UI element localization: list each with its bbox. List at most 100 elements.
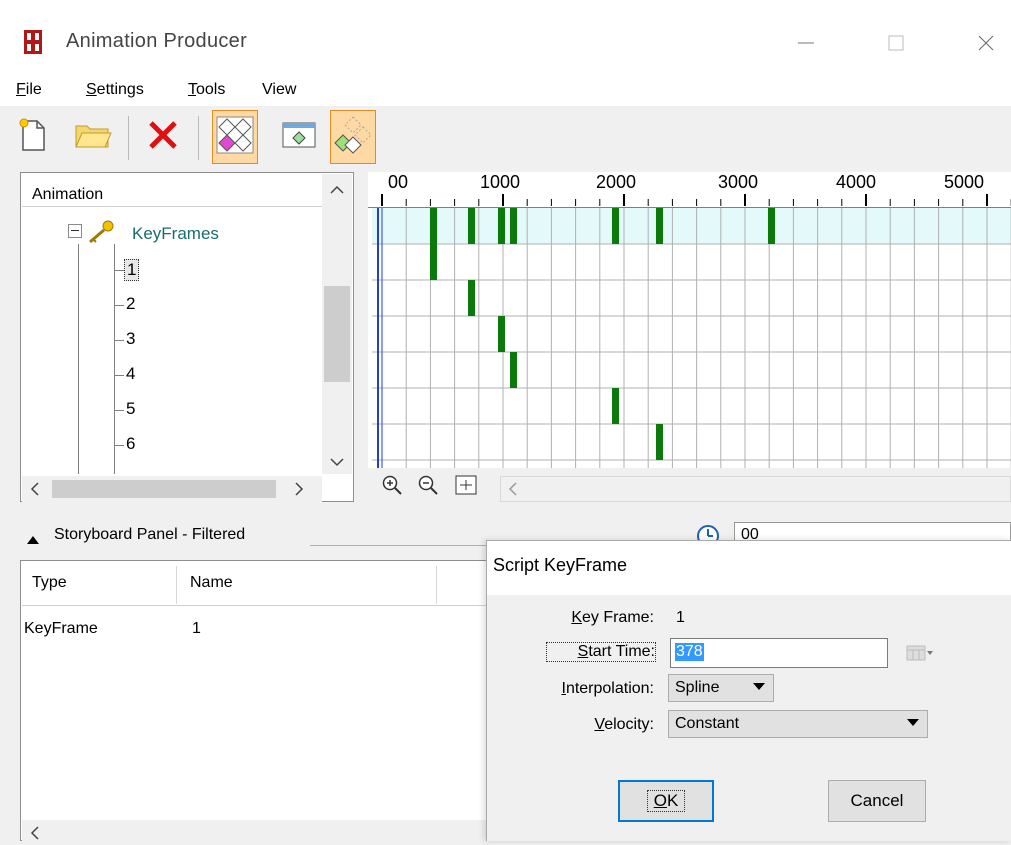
- tree-line: [78, 244, 79, 474]
- start-time-label: Start Time:: [546, 642, 656, 662]
- toolbar-separator: [128, 116, 129, 160]
- keyframe-window-button[interactable]: [276, 110, 322, 164]
- tree-line: [114, 270, 124, 271]
- keyframes-view-button[interactable]: [212, 110, 258, 164]
- scroll-left-icon[interactable]: [30, 826, 40, 845]
- collapse-triangle-icon[interactable]: [26, 532, 40, 550]
- column-separator[interactable]: [176, 566, 177, 604]
- velocity-label: Velocity:: [594, 716, 654, 733]
- tree-item-1[interactable]: 1: [124, 259, 140, 281]
- new-document-icon: [17, 117, 49, 158]
- ruler-label: 4000: [836, 172, 877, 192]
- timeline-horizontal-scrollbar[interactable]: [500, 476, 1011, 502]
- column-header-name[interactable]: Name: [190, 574, 233, 592]
- calendar-dropdown-button[interactable]: [906, 644, 934, 667]
- tree-line: [114, 410, 124, 411]
- animation-tree-panel[interactable]: [20, 172, 354, 502]
- minimize-button[interactable]: [786, 26, 826, 60]
- interpolation-select[interactable]: Spline: [668, 674, 774, 702]
- keyframe-marker[interactable]: [430, 244, 437, 280]
- scroll-right-icon[interactable]: [294, 482, 304, 501]
- scroll-left-icon[interactable]: [30, 482, 40, 501]
- keyframe-window-icon: [281, 121, 317, 154]
- keyframe-schedule-button[interactable]: [330, 110, 376, 164]
- key-icon: [86, 220, 114, 249]
- ruler-label: 00: [388, 172, 409, 192]
- scroll-left-icon[interactable]: [508, 482, 518, 501]
- calendar-icon: [906, 645, 934, 666]
- ok-button[interactable]: OK: [618, 780, 714, 822]
- tree-line: [114, 375, 124, 376]
- zoom-out-button[interactable]: [414, 474, 442, 500]
- list-horizontal-scrollbar[interactable]: [22, 820, 488, 841]
- tree-item-2[interactable]: 2: [126, 294, 135, 314]
- velocity-select[interactable]: Constant: [668, 710, 928, 738]
- keyframe-marker-summary[interactable]: [656, 208, 663, 244]
- delete-icon: [146, 118, 180, 157]
- interpolation-label: Interpolation:: [561, 680, 654, 697]
- keyframe-marker-summary[interactable]: [768, 208, 775, 244]
- fit-view-icon: [454, 474, 478, 501]
- scroll-up-icon[interactable]: [330, 182, 344, 200]
- maximize-button[interactable]: [876, 26, 916, 60]
- dialog-title: Script KeyFrame: [493, 555, 628, 575]
- tree-item-4[interactable]: 4: [126, 364, 135, 384]
- menu-bar: [0, 82, 1011, 106]
- zoom-in-button[interactable]: [378, 474, 406, 500]
- ruler-label: 3000: [718, 172, 759, 192]
- ruler-label: 5000: [944, 172, 985, 192]
- fit-view-button[interactable]: [452, 474, 480, 500]
- chevron-down-icon: [753, 683, 765, 690]
- timeline-ruler[interactable]: [368, 172, 1011, 208]
- list-cell-type[interactable]: KeyFrame: [24, 620, 98, 638]
- tree-horizontal-scroll-thumb[interactable]: [52, 480, 276, 498]
- column-header-type[interactable]: Type: [32, 574, 67, 592]
- keyframe-marker-summary[interactable]: [430, 208, 437, 244]
- chevron-down-icon: [907, 719, 919, 726]
- keyframes-view-icon: [215, 115, 255, 160]
- storyboard-title: Storyboard Panel - Filtered: [54, 526, 246, 543]
- menu-view[interactable]: View: [262, 81, 296, 99]
- new-button[interactable]: [10, 110, 56, 164]
- keyframe-marker[interactable]: [468, 280, 475, 316]
- keyframe-marker[interactable]: [510, 352, 517, 388]
- menu-tools[interactable]: Tools: [188, 81, 225, 99]
- tree-line: [114, 445, 124, 446]
- keyframe-label: Key Frame:: [571, 609, 654, 626]
- keyframe-marker-summary[interactable]: [510, 208, 517, 244]
- tree-item-5[interactable]: 5: [126, 399, 135, 419]
- collapse-toggle-icon[interactable]: [68, 224, 82, 238]
- keyframe-marker[interactable]: [498, 316, 505, 352]
- tree-item-3[interactable]: 3: [126, 329, 135, 349]
- velocity-value: Constant: [675, 715, 740, 732]
- menu-file[interactable]: File: [16, 81, 42, 99]
- delete-button[interactable]: [140, 110, 186, 164]
- tree-line: [114, 244, 115, 474]
- scroll-down-icon[interactable]: [330, 454, 344, 472]
- cancel-button[interactable]: Cancel: [828, 780, 926, 822]
- keyframe-marker-summary[interactable]: [612, 208, 619, 244]
- keyframe-marker[interactable]: [612, 388, 619, 424]
- keyframe-marker-summary[interactable]: [498, 208, 505, 244]
- open-button[interactable]: [70, 110, 116, 164]
- tree-node-keyframes[interactable]: KeyFrames: [132, 224, 219, 244]
- menu-settings[interactable]: Settings: [86, 81, 144, 99]
- toolbar-separator: [198, 116, 199, 160]
- interpolation-value: Spline: [675, 679, 720, 696]
- ruler-label: 1000: [480, 172, 521, 192]
- tree-item-6[interactable]: 6: [126, 434, 135, 454]
- tree-line: [114, 305, 124, 306]
- timeline-grid[interactable]: [372, 208, 1011, 470]
- window-title: Animation Producer: [66, 30, 248, 52]
- zoom-in-icon: [381, 474, 403, 501]
- start-time-input[interactable]: 378: [670, 638, 888, 668]
- close-button[interactable]: [966, 26, 1006, 60]
- column-separator[interactable]: [436, 566, 437, 604]
- keyframe-marker-summary[interactable]: [468, 208, 475, 244]
- keyframe-value: 1: [676, 609, 685, 626]
- tree-header-label: Animation: [32, 186, 104, 203]
- list-cell-name[interactable]: 1: [192, 620, 201, 638]
- film-strip-icon: [22, 28, 44, 56]
- keyframe-marker[interactable]: [656, 424, 663, 460]
- tree-vertical-scroll-thumb[interactable]: [324, 286, 350, 382]
